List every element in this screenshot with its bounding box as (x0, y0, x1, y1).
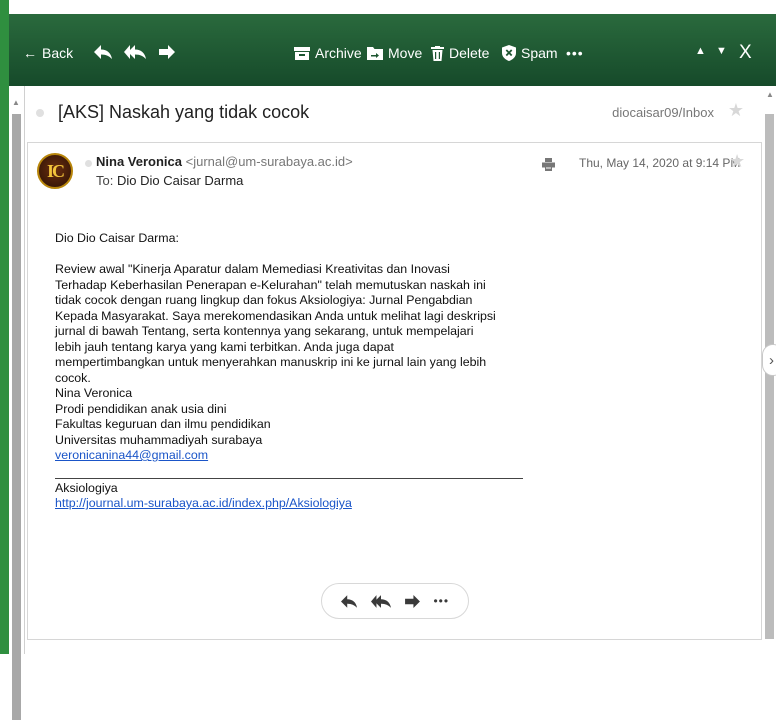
recipient-name[interactable]: Dio Dio Caisar Darma (117, 173, 243, 188)
printer-icon[interactable] (542, 158, 555, 171)
message-body: Dio Dio Caisar Darma: Review awal "Kiner… (55, 231, 535, 512)
body-line: lebih jauh tentang karya yang kami terbi… (55, 339, 394, 354)
close-icon: X (739, 42, 752, 63)
subject-row: [AKS] Naskah yang tidak cocok diocaisar0… (24, 96, 762, 130)
delete-button[interactable]: Delete (431, 45, 489, 61)
signature-line: Universitas muhammadiyah surabaya (55, 432, 263, 447)
star-icon[interactable]: ★ (728, 100, 744, 121)
trash-icon (431, 45, 444, 61)
back-label: Back (42, 45, 74, 61)
message-card: IC Nina Veronica <jurnal@um-surabaya.ac.… (27, 142, 762, 640)
journal-name: Aksiologiya (55, 480, 118, 495)
body-line: Terhadap Keberhasilan Penerapan e-Kelura… (55, 277, 486, 292)
window-top-strip (0, 0, 776, 14)
more-actions-button[interactable]: ••• (433, 594, 449, 608)
body-line: Kepada Masyarakat. Saya merekomendasikan… (55, 308, 496, 323)
message-toolbar: ← Back Archive Move Delete Spam ••• ▲ ▼ … (9, 14, 776, 86)
delete-label: Delete (449, 45, 490, 61)
chevron-right-icon: › (769, 351, 774, 369)
back-button[interactable]: ← Back (23, 45, 73, 61)
scroll-up-icon: ▲ (12, 98, 20, 107)
signature-line: Fakultas keguruan dan ilmu pendidikan (55, 417, 271, 431)
previous-message-button[interactable]: ▲ (695, 45, 706, 57)
forward-button[interactable] (404, 594, 420, 608)
body-line: cocok. (55, 370, 91, 385)
forward-icon (404, 594, 420, 608)
forward-button[interactable] (159, 45, 175, 59)
move-folder-icon (367, 47, 383, 60)
message-actions: ••• (321, 583, 469, 619)
next-message-button[interactable]: ▼ (716, 45, 727, 57)
scroll-up-icon: ▲ (766, 90, 774, 99)
body-paragraph: Review awal "Kinerja Aparatur dalam Meme… (55, 262, 535, 386)
reply-button[interactable] (94, 45, 112, 59)
archive-icon (294, 46, 310, 60)
more-label: ••• (433, 594, 450, 608)
window-left-accent (0, 0, 9, 654)
body-line: Review awal "Kinerja Aparatur dalam Meme… (55, 262, 450, 276)
message-subject: [AKS] Naskah yang tidak cocok (58, 102, 310, 122)
reply-all-icon (370, 594, 391, 608)
avatar-text: IC (46, 160, 65, 181)
reply-all-button[interactable] (370, 594, 391, 608)
close-button[interactable]: X (739, 42, 752, 64)
archive-button[interactable]: Archive (294, 45, 362, 61)
sender-avatar: IC (37, 153, 73, 189)
move-label: Move (388, 45, 423, 61)
right-scrollbar-thumb[interactable] (765, 114, 774, 639)
left-scrollbar[interactable]: ▲ (9, 86, 25, 720)
reply-all-icon (124, 45, 146, 59)
to-label: To: (96, 173, 114, 188)
body-line: jurnal di bawah Tentang, serta kontennya… (55, 324, 474, 338)
reply-button[interactable] (340, 594, 357, 608)
unread-dot-icon[interactable] (36, 109, 44, 117)
star-icon[interactable]: ★ (729, 151, 745, 172)
forward-icon (159, 45, 175, 59)
archive-label: Archive (315, 45, 362, 61)
spam-shield-icon (502, 45, 516, 61)
recipient-line: To: Dio Dio Caisar Darma (96, 173, 243, 188)
message-date: Thu, May 14, 2020 at 9:14 PM (579, 156, 741, 170)
signature-email-link[interactable]: veronicanina44@gmail.com (55, 448, 208, 462)
sender-line: Nina Veronica <jurnal@um-surabaya.ac.id> (96, 154, 353, 169)
back-arrow-icon: ← (23, 45, 37, 61)
triangle-down-icon: ▼ (716, 45, 727, 57)
sender-email[interactable]: <jurnal@um-surabaya.ac.id> (186, 154, 353, 169)
left-scrollbar-thumb[interactable] (12, 114, 21, 720)
reply-icon (94, 45, 112, 59)
spam-button[interactable]: Spam (502, 45, 558, 61)
triangle-up-icon: ▲ (695, 45, 706, 57)
reply-all-button[interactable] (124, 45, 146, 59)
greeting-line: Dio Dio Caisar Darma: (55, 231, 179, 245)
reply-icon (340, 594, 357, 608)
read-status-dot-icon[interactable] (85, 160, 92, 167)
sender-name[interactable]: Nina Veronica (96, 154, 182, 169)
body-line: mempertimbangkan untuk menyerahkan manus… (55, 355, 487, 369)
signature-block: Nina Veronica Prodi pendidikan anak usia… (55, 386, 535, 464)
move-button[interactable]: Move (367, 45, 422, 61)
body-line: tidak cocok dengan ruang lingkup dan fok… (55, 293, 473, 307)
folder-path[interactable]: diocaisar09/Inbox (612, 105, 714, 120)
more-actions-button[interactable]: ••• (566, 45, 584, 61)
journal-url-link[interactable]: http://journal.um-surabaya.ac.id/index.p… (55, 496, 352, 510)
next-chevron-button[interactable]: › (762, 344, 776, 376)
more-label: ••• (566, 45, 584, 61)
signature-line: Nina Veronica (55, 386, 133, 400)
signature-divider (55, 477, 523, 479)
spam-label: Spam (521, 45, 558, 61)
signature-line: Prodi pendidikan anak usia dini (55, 401, 227, 416)
